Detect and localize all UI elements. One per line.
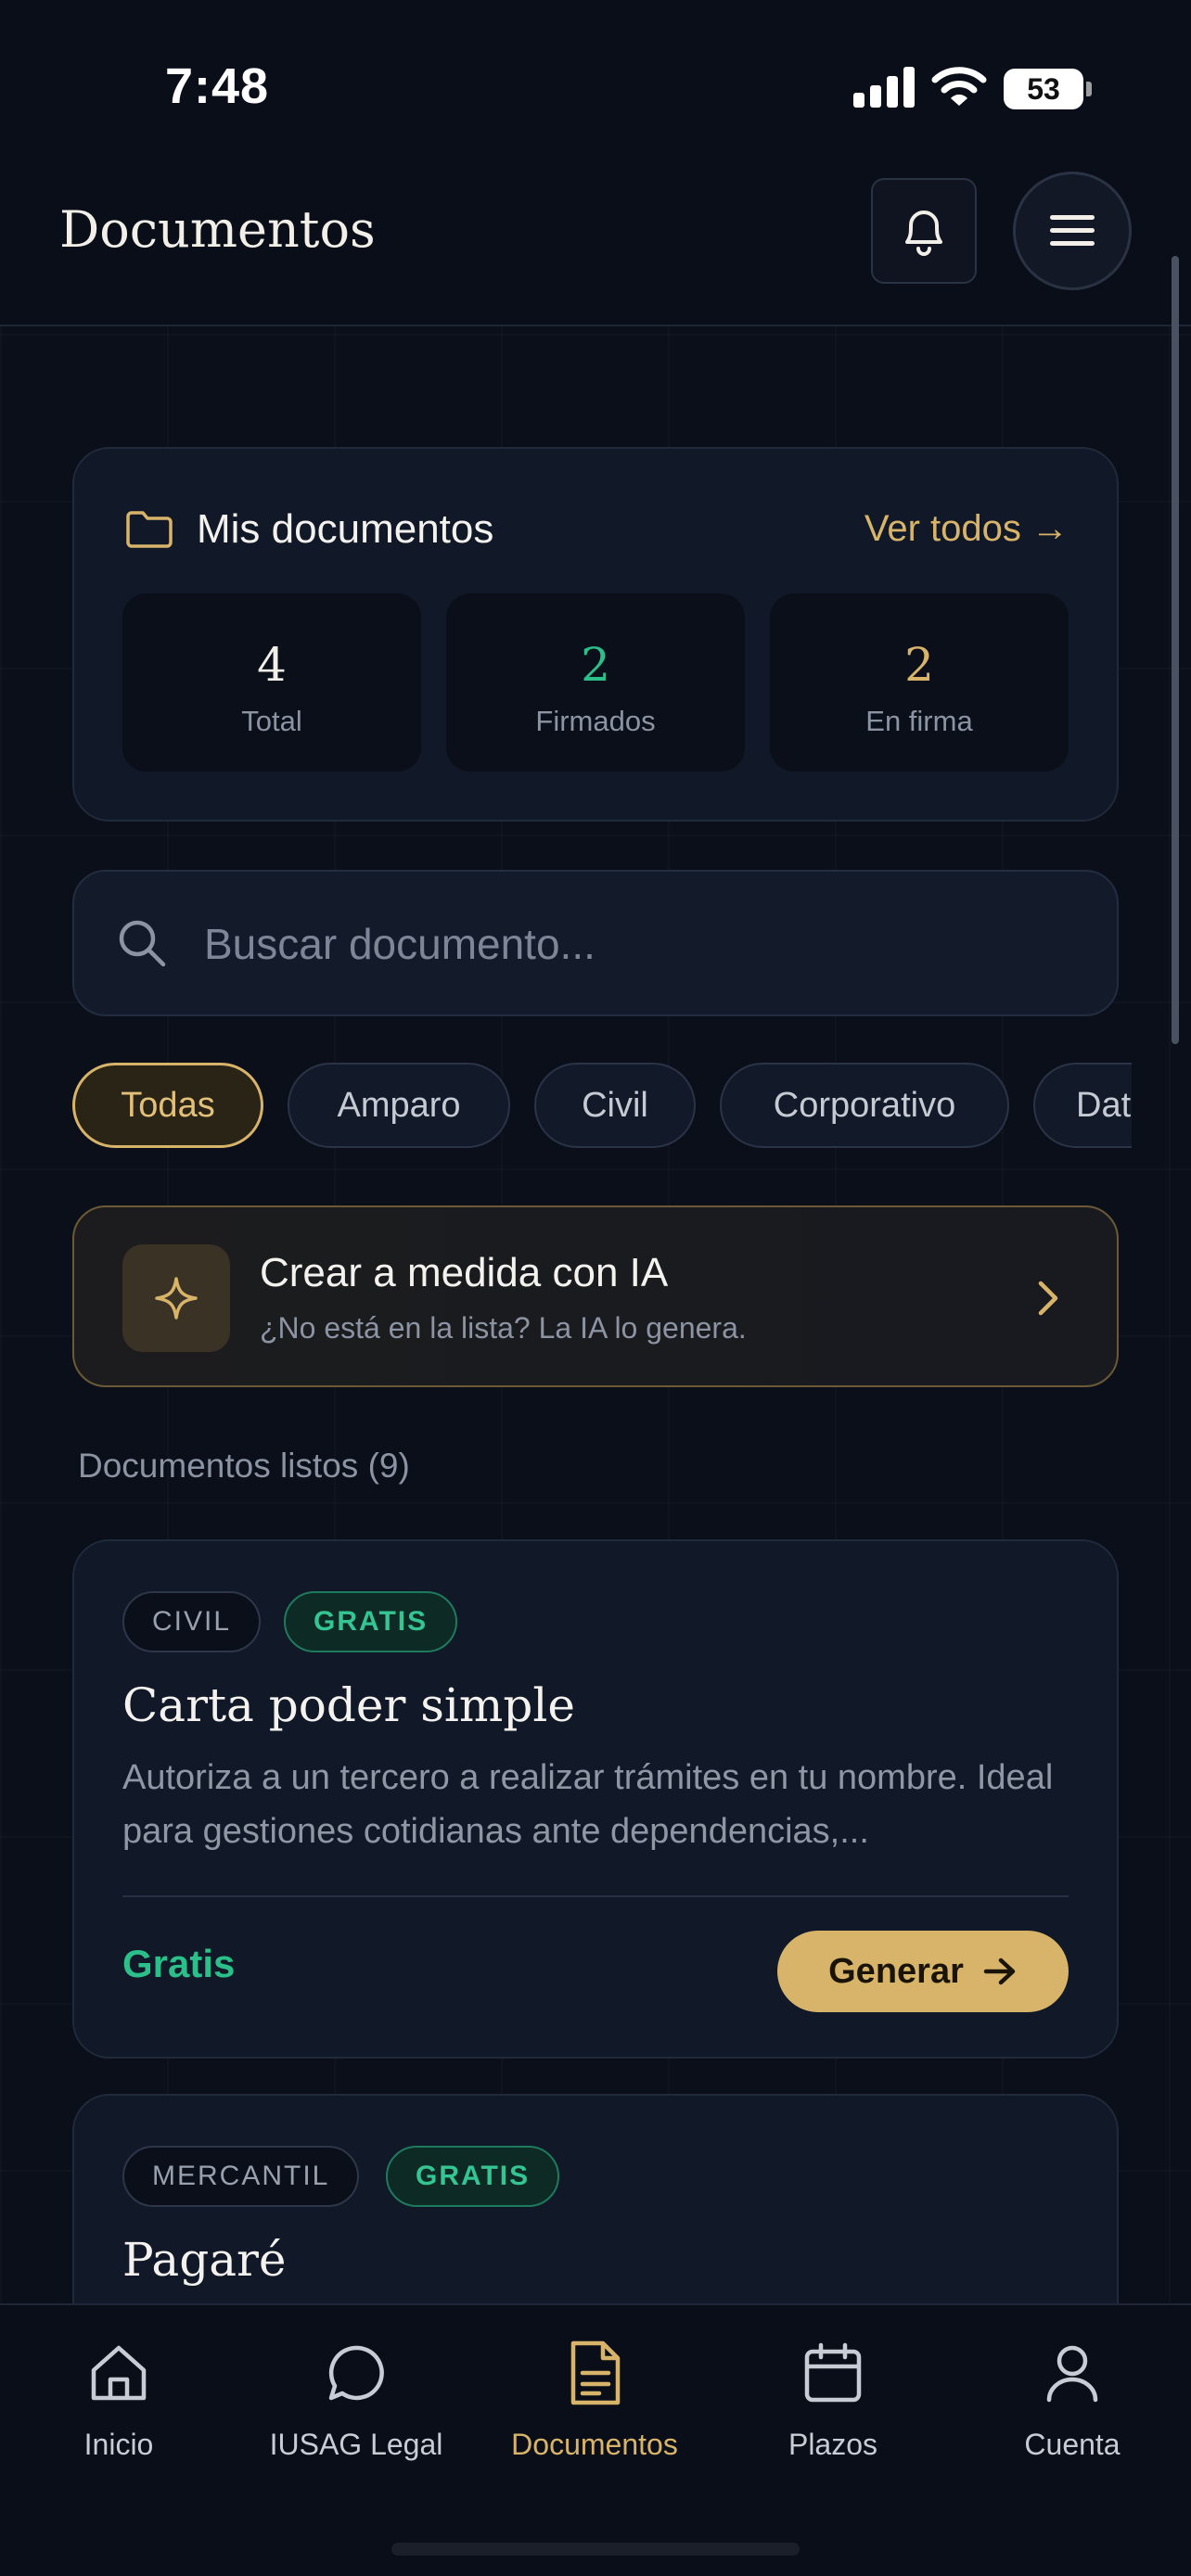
generate-button[interactable]: Generar (777, 1931, 1069, 2012)
chat-bubble-icon (328, 2345, 384, 2401)
my-documents-title: Mis documentos (197, 506, 494, 552)
home-icon (91, 2345, 147, 2401)
stat-total-label: Total (241, 705, 302, 737)
sparkle-icon (155, 1277, 198, 1320)
see-all-link[interactable]: Ver todos → (864, 508, 1069, 550)
nav-label-plazos: Plazos (788, 2428, 878, 2461)
generate-button-label: Generar (828, 1951, 964, 1991)
nav-label-inicio: Inicio (83, 2428, 154, 2461)
nav-label-documentos: Documentos (511, 2428, 678, 2461)
my-documents-header: Mis documentos (124, 506, 493, 553)
app-screen: 7:48 53 Documentos Mis documentos Ver to… (0, 0, 1191, 2576)
search-icon (119, 920, 166, 967)
nav-label-iusag-legal: IUSAG Legal (269, 2428, 443, 2461)
user-icon (1046, 2345, 1098, 2403)
ai-icon-box (122, 1244, 230, 1352)
document-description: Autoriza a un tercero a realizar trámite… (122, 1758, 1054, 1851)
scrollbar[interactable] (1172, 256, 1179, 1044)
hamburger-menu-icon (1050, 215, 1095, 246)
bell-icon (905, 210, 942, 256)
notifications-button[interactable] (871, 178, 977, 284)
wifi-icon (931, 67, 987, 106)
document-title: Carta poder simple (122, 1678, 575, 1732)
filter-chip-datos[interactable]: Datos (1033, 1063, 1132, 1148)
home-indicator[interactable] (391, 2543, 800, 2556)
category-tag: MERCANTIL (122, 2146, 360, 2207)
stat-signed[interactable]: 2 Firmados (446, 593, 745, 772)
free-badge: GRATIS (284, 1591, 458, 1652)
calendar-icon (804, 2342, 862, 2403)
stat-signed-label: Firmados (535, 705, 656, 737)
arrow-right-icon (983, 1958, 1016, 1985)
nav-label-cuenta: Cuenta (1024, 2428, 1121, 2461)
stat-total[interactable]: 4 Total (122, 593, 421, 772)
app-header: Documentos (0, 167, 1191, 326)
nav-item-inicio[interactable]: Inicio (0, 2331, 237, 2462)
stat-pending[interactable]: 2 En firma (770, 593, 1069, 772)
document-price: Gratis (122, 1942, 236, 1985)
free-badge: GRATIS (386, 2146, 560, 2207)
battery-icon: 53 (1004, 69, 1083, 109)
cellular-signal-icon (853, 67, 915, 108)
category-tag: CIVIL (122, 1591, 262, 1652)
document-title: Pagaré (122, 2233, 287, 2287)
filter-chip-amparo[interactable]: Amparo (288, 1063, 510, 1148)
nav-item-cuenta[interactable]: Cuenta (954, 2331, 1191, 2462)
battery-nub (1086, 82, 1092, 96)
category-filters: Todas Amparo Civil Corporativo Datos (72, 1063, 1132, 1148)
folder-icon (126, 511, 173, 548)
stat-pending-value: 2 (904, 638, 934, 692)
ai-card-subtitle: ¿No está en la lista? La IA lo genera. (260, 1311, 747, 1345)
nav-item-documentos[interactable]: Documentos (476, 2331, 713, 2462)
chevron-right-icon (1038, 1281, 1058, 1316)
filter-chip-civil[interactable]: Civil (534, 1063, 696, 1148)
document-card[interactable]: CIVIL GRATIS Carta poder simple Autoriza… (72, 1539, 1119, 2059)
filter-chip-corporativo[interactable]: Corporativo (720, 1063, 1009, 1148)
status-time: 7:48 (165, 58, 270, 114)
bottom-navigation: Inicio IUSAG Legal Documentos Plazos Cue… (0, 2303, 1191, 2576)
divider (122, 1895, 1069, 1897)
battery-level: 53 (1027, 72, 1060, 106)
nav-item-plazos[interactable]: Plazos (714, 2331, 952, 2462)
menu-button[interactable] (1013, 172, 1132, 290)
stat-signed-value: 2 (581, 638, 610, 692)
create-with-ai-card[interactable]: Crear a medida con IA ¿No está en la lis… (72, 1205, 1119, 1387)
page-title: Documentos (59, 200, 376, 259)
stat-total-value: 4 (257, 638, 287, 692)
stat-pending-label: En firma (865, 705, 973, 737)
my-documents-card: Mis documentos Ver todos → 4 Total 2 Fir… (72, 447, 1119, 822)
document-icon (570, 2340, 621, 2405)
status-bar: 7:48 53 (0, 0, 1191, 167)
search-bar[interactable] (72, 870, 1119, 1016)
ai-card-title: Crear a medida con IA (260, 1250, 669, 1295)
ready-documents-label: Documentos listos (9) (78, 1447, 410, 1485)
filter-chip-todas[interactable]: Todas (72, 1063, 263, 1148)
nav-item-iusag-legal[interactable]: IUSAG Legal (237, 2331, 475, 2462)
search-input[interactable] (204, 905, 1076, 983)
